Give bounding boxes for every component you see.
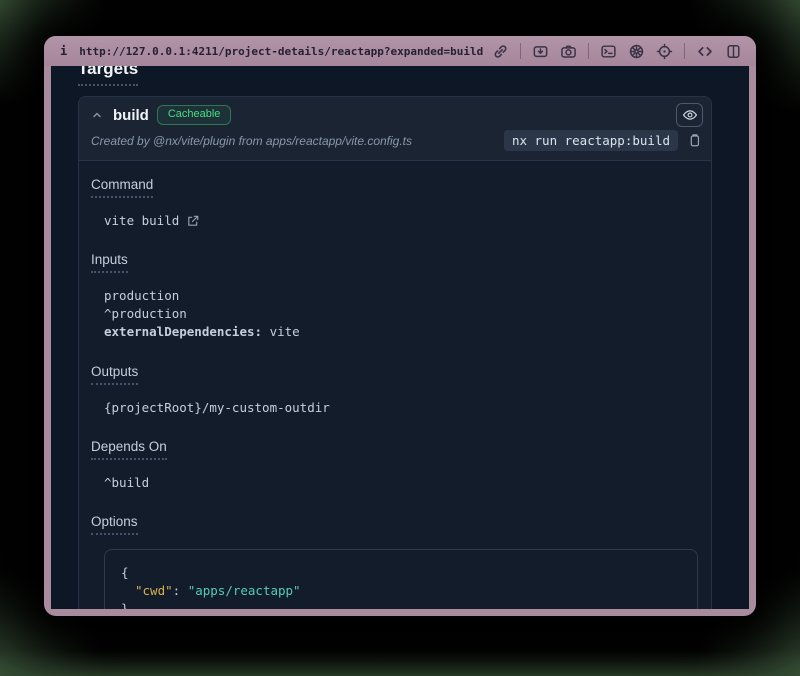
toolbar-separator xyxy=(588,43,589,59)
build-card-body: Command vite build Inputs xyxy=(79,161,711,609)
target-card-build: build Cacheable Created by @nx/vite/plug… xyxy=(78,96,712,609)
toolbar-separator xyxy=(520,43,521,59)
input-item: externalDependencies: vite xyxy=(104,323,699,341)
options-heading: Options xyxy=(91,514,138,535)
command-section: Command vite build xyxy=(91,177,699,230)
target-icon[interactable] xyxy=(656,43,673,60)
terminal-icon[interactable] xyxy=(600,43,617,60)
build-card-header: build Cacheable Created by @nx/vite/plug… xyxy=(79,97,711,161)
globe-icon[interactable] xyxy=(628,43,645,60)
options-section: Options { "cwd": "apps/reactapp" } xyxy=(91,514,699,609)
camera-icon[interactable] xyxy=(560,43,577,60)
json-colon: : xyxy=(173,583,188,598)
depends-on-item: ^build xyxy=(104,474,699,492)
outputs-section: Outputs {projectRoot}/my-custom-outdir xyxy=(91,364,699,417)
depends-on-heading: Depends On xyxy=(91,439,167,460)
titlebar-toolbar xyxy=(492,43,742,60)
browser-titlebar: i http://127.0.0.1:4211/project-details/… xyxy=(44,36,756,66)
command-heading: Command xyxy=(91,177,153,198)
project-details-page: Targets build Cacheable xyxy=(51,66,749,609)
external-dependencies-key: externalDependencies: xyxy=(104,324,262,339)
toolbar-separator xyxy=(684,43,685,59)
page-title: Targets xyxy=(78,66,138,86)
copy-icon[interactable] xyxy=(686,132,703,149)
json-brace-open: { xyxy=(121,564,681,582)
created-by-text: Created by @nx/vite/plugin from apps/rea… xyxy=(91,134,412,148)
run-command-chip: nx run reactapp:build xyxy=(504,130,678,151)
options-json-block: { "cwd": "apps/reactapp" } xyxy=(104,549,698,609)
code-icon[interactable] xyxy=(696,43,714,60)
json-value-cwd: "apps/reactapp" xyxy=(188,583,301,598)
depends-on-section: Depends On ^build xyxy=(91,439,699,492)
info-icon: i xyxy=(60,44,67,58)
view-target-button[interactable] xyxy=(676,103,703,127)
external-link-icon[interactable] xyxy=(186,214,200,228)
browser-window: i http://127.0.0.1:4211/project-details/… xyxy=(44,36,756,616)
json-key-cwd: "cwd" xyxy=(135,583,173,598)
split-view-icon[interactable] xyxy=(725,43,742,60)
external-dependencies-value: vite xyxy=(270,324,300,339)
json-brace-close: } xyxy=(121,600,681,609)
chevron-up-icon[interactable] xyxy=(89,107,105,123)
output-item: {projectRoot}/my-custom-outdir xyxy=(104,399,699,417)
command-value: vite build xyxy=(104,212,179,230)
inputs-heading: Inputs xyxy=(91,252,128,273)
save-icon[interactable] xyxy=(532,43,549,60)
inputs-section: Inputs production ^production externalDe… xyxy=(91,252,699,341)
link-icon[interactable] xyxy=(492,43,509,60)
input-item: production xyxy=(104,287,699,305)
outputs-heading: Outputs xyxy=(91,364,138,385)
input-item: ^production xyxy=(104,305,699,323)
url-bar[interactable]: http://127.0.0.1:4211/project-details/re… xyxy=(79,45,484,58)
target-name-build[interactable]: build xyxy=(113,107,149,124)
cacheable-badge: Cacheable xyxy=(157,105,232,125)
